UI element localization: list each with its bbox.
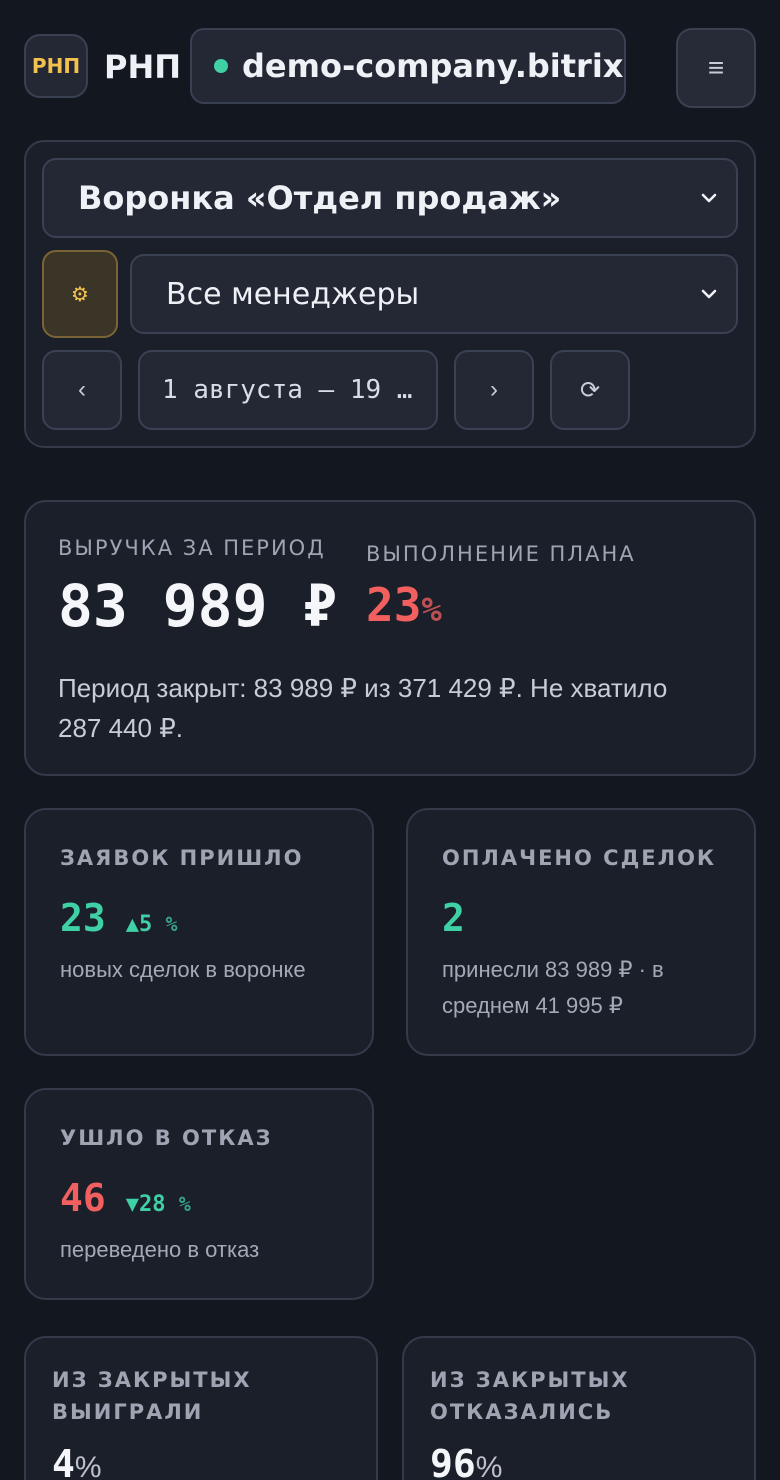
leads-label: Заявок пришло [60, 846, 304, 870]
leads-card: Заявок пришло 23 ▲5 % новых сделок в вор… [24, 808, 374, 1056]
refused-share-label: Из закрытых отказались [430, 1368, 630, 1424]
paid-card: Оплачено сделок 2 принесли 83 989 ₽ · в … [406, 808, 756, 1056]
won-share-card: Из закрытых выиграли 4% [24, 1336, 378, 1480]
plan-value-number: 23 [366, 578, 422, 632]
plan-label: Выполнение плана [366, 542, 636, 566]
leads-delta-unit: % [165, 912, 178, 936]
revenue-note: Период закрыт: 83 989 ₽ из 371 429 ₽. Не… [58, 673, 668, 743]
lost-label: Ушло в отказ [60, 1126, 273, 1150]
leads-value: 23 [60, 896, 106, 940]
leads-delta-value: ▲5 [125, 912, 153, 937]
chevron-left-icon: ‹ [78, 376, 86, 403]
revenue-value: 83 989 ₽ [58, 572, 338, 640]
paid-label: Оплачено сделок [442, 846, 717, 870]
lost-delta-unit: % [178, 1192, 191, 1216]
settings-button[interactable]: ⚙ [42, 250, 118, 338]
won-share-value: 4 [52, 1442, 75, 1480]
won-share-unit: % [74, 1451, 102, 1480]
managers-select[interactable]: Все менеджеры [130, 254, 738, 334]
revenue-label: Выручка за период [58, 536, 326, 560]
funnel-select[interactable]: Воронка «Отдел продаж» [42, 158, 738, 238]
lost-card: Ушло в отказ 46 ▼28 % переведено в отказ [24, 1088, 374, 1300]
hamburger-icon: ≡ [707, 52, 725, 83]
chevron-down-icon [701, 289, 717, 299]
next-period-button[interactable]: › [454, 350, 534, 430]
plan-value: 23% [366, 578, 442, 632]
plan-value-unit: % [421, 590, 442, 630]
brand-title: РНП [104, 48, 182, 86]
lost-sub: переведено в отказ [60, 1237, 260, 1262]
prev-period-button[interactable]: ‹ [42, 350, 122, 430]
menu-button[interactable]: ≡ [676, 28, 756, 108]
won-share-label: Из закрытых выиграли [52, 1368, 252, 1424]
refused-share-unit: % [475, 1451, 503, 1480]
leads-sub: новых сделок в воронке [60, 957, 306, 982]
lost-delta: ▼28 % [126, 1192, 191, 1217]
lost-delta-value: ▼28 [125, 1192, 166, 1217]
managers-select-value: Все менеджеры [166, 276, 420, 312]
chevron-right-icon: › [490, 376, 498, 403]
refused-share-card: Из закрытых отказались 96% [402, 1336, 756, 1480]
paid-value: 2 [442, 896, 465, 940]
leads-delta: ▲5 % [126, 912, 178, 937]
chevron-down-icon [701, 193, 717, 203]
refused-share-value: 96 [430, 1442, 476, 1480]
status-dot-icon [214, 59, 228, 73]
logo: РНП [24, 34, 88, 98]
portal-selector[interactable]: demo-company.bitrix24.ru [190, 28, 626, 104]
date-range-picker[interactable]: 1 августа — 19 … [138, 350, 438, 430]
funnel-select-value: Воронка «Отдел продаж» [78, 179, 562, 217]
refresh-button[interactable]: ⟳ [550, 350, 630, 430]
refresh-icon: ⟳ [579, 376, 601, 404]
lost-value: 46 [60, 1176, 106, 1220]
date-range-value: 1 августа — 19 … [162, 375, 413, 405]
portal-url: demo-company.bitrix24.ru [242, 47, 624, 85]
gear-icon: ⚙ [71, 283, 89, 306]
paid-sub: принесли 83 989 ₽ · в среднем 41 995 ₽ [442, 957, 664, 1018]
